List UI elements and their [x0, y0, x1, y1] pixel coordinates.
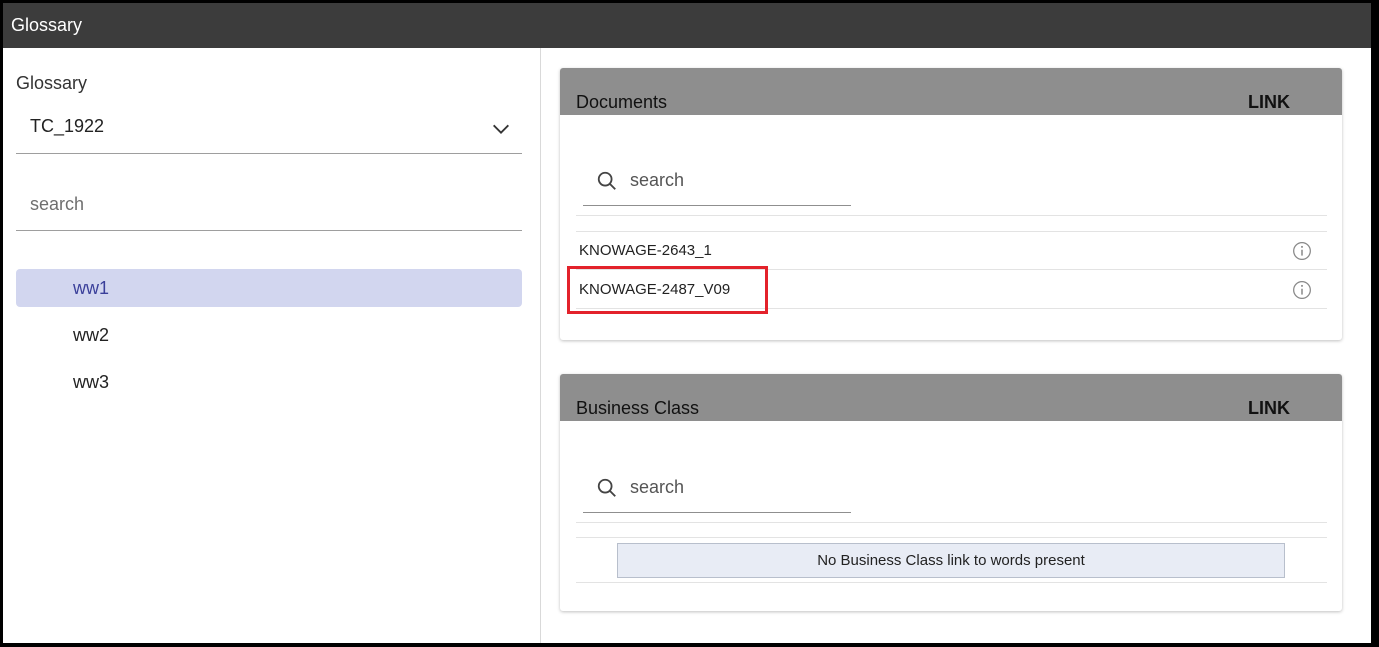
divider	[576, 537, 1327, 538]
documents-search-input[interactable]	[630, 166, 840, 194]
business-class-search-field[interactable]	[583, 467, 851, 513]
info-icon[interactable]	[1292, 241, 1312, 261]
business-class-title: Business Class	[576, 398, 700, 418]
business-class-card: Business Class LINK No Business Class li…	[560, 374, 1342, 611]
chevron-down-icon	[493, 124, 509, 134]
glossary-label: Glossary	[16, 73, 88, 93]
word-search-field[interactable]	[16, 178, 522, 231]
divider	[576, 215, 1327, 216]
document-row[interactable]: KNOWAGE-2643_1	[576, 232, 1327, 270]
documents-card-header: Documents LINK	[560, 68, 1342, 115]
glossary-window: Glossary Glossary TC_1922 ww1 ww2 ww3 Do…	[3, 3, 1371, 643]
divider	[576, 522, 1327, 523]
documents-card: Documents LINK KNOWAGE-2643_1 KNOWAGE-24…	[560, 68, 1342, 340]
word-list: ww1 ww2 ww3	[16, 269, 522, 410]
document-name: KNOWAGE-2643_1	[579, 242, 712, 259]
word-item-ww1[interactable]: ww1	[16, 269, 522, 307]
word-search-input[interactable]	[30, 190, 490, 218]
business-class-search-input[interactable]	[630, 473, 840, 501]
glossary-select[interactable]: TC_1922	[16, 106, 522, 154]
business-class-card-header: Business Class LINK	[560, 374, 1342, 421]
search-icon	[597, 478, 616, 497]
word-item-ww3[interactable]: ww3	[16, 363, 522, 401]
info-icon[interactable]	[1292, 280, 1312, 300]
divider	[576, 582, 1327, 583]
document-name: KNOWAGE-2487_V09	[579, 281, 731, 298]
documents-search-field[interactable]	[583, 160, 851, 206]
window-title: Glossary	[11, 15, 83, 35]
documents-title: Documents	[576, 92, 668, 112]
glossary-panel: Glossary TC_1922 ww1 ww2 ww3	[3, 48, 541, 643]
word-item-ww2[interactable]: ww2	[16, 316, 522, 354]
business-class-link-label: LINK	[1248, 398, 1290, 418]
search-icon	[597, 171, 616, 190]
window-title-bar: Glossary	[3, 3, 1371, 48]
document-row[interactable]: KNOWAGE-2487_V09	[576, 271, 1327, 309]
glossary-select-value: TC_1922	[30, 116, 105, 136]
empty-message: No Business Class link to words present	[617, 543, 1285, 578]
documents-link-label: LINK	[1248, 92, 1290, 112]
